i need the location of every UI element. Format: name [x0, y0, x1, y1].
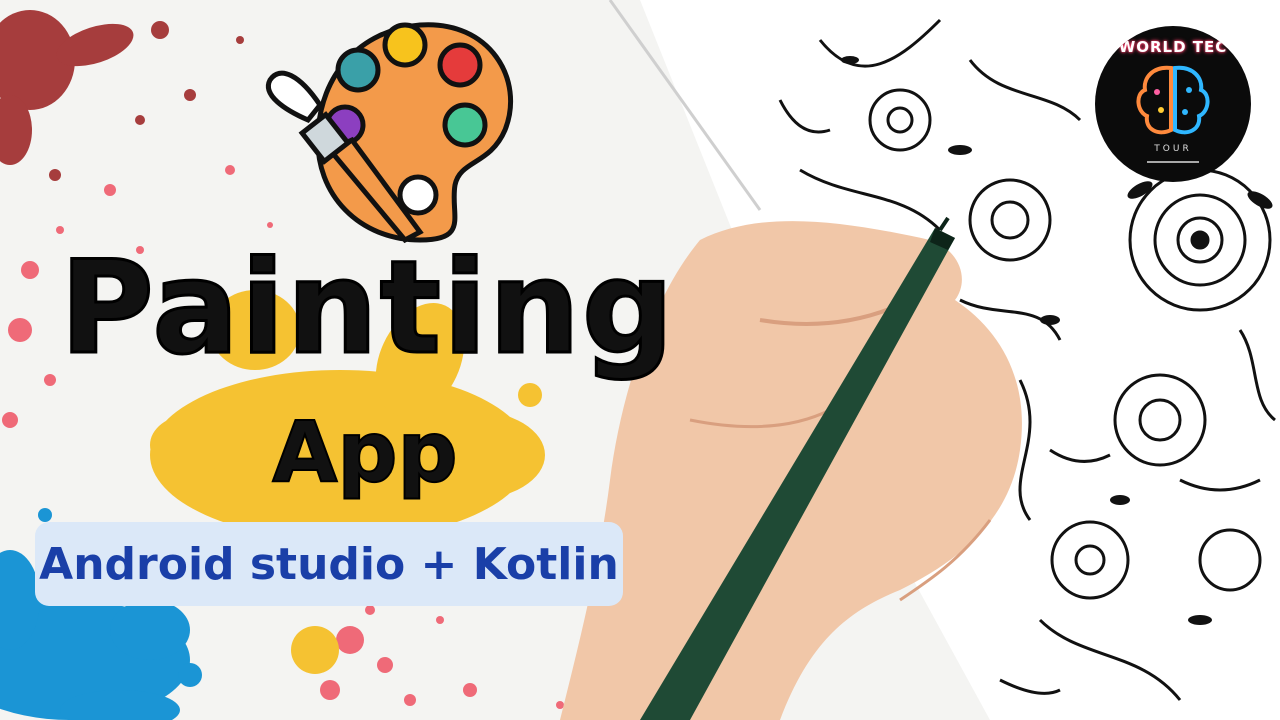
logo-subtitle: TOUR — [1154, 144, 1192, 154]
page-subtitle: App — [271, 403, 458, 501]
thumbnail: Painting App Android studio + Kotlin WOR… — [0, 0, 1280, 720]
brain-icon — [1136, 65, 1210, 163]
tagline-badge: Android studio + Kotlin — [35, 522, 623, 606]
channel-logo: WORLD TEC TOUR — [1095, 26, 1251, 182]
page-title: Painting — [59, 234, 676, 383]
tagline-text: Android studio + Kotlin — [39, 538, 619, 590]
